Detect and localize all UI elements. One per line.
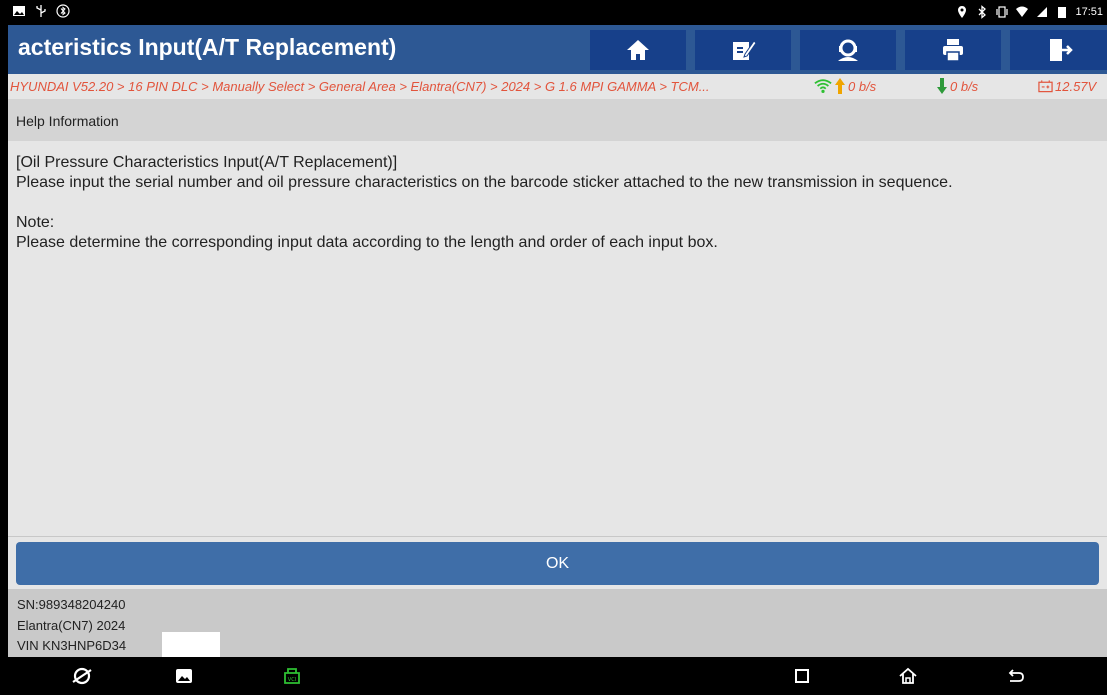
exit-icon	[1049, 39, 1073, 61]
help-header: Help Information	[8, 99, 1107, 141]
network-status: 0 b/s	[814, 77, 876, 95]
title-bar: acteristics Input(A/T Replacement)	[8, 25, 1107, 74]
vci-icon[interactable]: VCI	[280, 665, 304, 687]
breadcrumb-bar: HYUNDAI V52.20 > 16 PIN DLC > Manually S…	[8, 74, 1107, 99]
bluetooth-icon	[56, 4, 70, 18]
battery-voltage-icon	[1038, 80, 1053, 93]
printer-icon	[943, 39, 963, 62]
wifi-signal-icon	[814, 79, 832, 94]
voltage-status: 12.57V	[1038, 77, 1096, 95]
help-content: [Oil Pressure Characteristics Input(A/T …	[8, 141, 1107, 537]
status-bar: 17:51	[8, 0, 1107, 25]
bluetooth-small-icon	[975, 5, 989, 19]
print-button[interactable]	[905, 30, 1001, 70]
vibrate-icon	[995, 5, 1009, 19]
battery-icon	[1055, 5, 1069, 19]
svg-text:VCI: VCI	[288, 677, 296, 683]
voltage-value: 12.57V	[1055, 78, 1097, 94]
support-icon	[838, 39, 858, 61]
upload-rate: 0 b/s	[848, 78, 877, 94]
recents-icon[interactable]	[790, 665, 814, 687]
signal-icon	[1035, 5, 1049, 19]
breadcrumb: HYUNDAI V52.20 > 16 PIN DLC > Manually S…	[10, 79, 710, 94]
edit-button[interactable]	[695, 30, 791, 70]
screen: 17:51 acteristics Input(A/T Replacement)…	[8, 0, 1107, 695]
help-heading: [Oil Pressure Characteristics Input(A/T …	[16, 154, 398, 171]
browser-icon[interactable]	[70, 665, 94, 687]
note-text: Please determine the corresponding input…	[16, 234, 718, 251]
device-info: SN:989348204240 Elantra(CN7) 2024 VIN KN…	[8, 589, 1107, 657]
help-header-label: Help Information	[16, 113, 119, 129]
redaction-box	[162, 632, 220, 657]
support-button[interactable]	[800, 30, 896, 70]
help-body: Please input the serial number and oil p…	[16, 174, 953, 191]
image-icon	[12, 4, 26, 18]
clock: 17:51	[1075, 6, 1103, 18]
ok-button[interactable]: OK	[16, 542, 1099, 585]
page-title: acteristics Input(A/T Replacement)	[18, 34, 397, 60]
edit-icon	[733, 40, 757, 60]
download-arrow-icon	[937, 78, 947, 94]
gallery-icon[interactable]	[172, 665, 196, 687]
home-icon	[627, 40, 649, 60]
download-status: 0 b/s	[936, 77, 978, 95]
usb-icon	[34, 4, 48, 18]
serial-number: SN:989348204240	[17, 597, 126, 612]
download-rate: 0 b/s	[950, 78, 979, 94]
vehicle-model: Elantra(CN7) 2024	[17, 618, 126, 633]
navigation-bar: VCI	[8, 657, 1107, 695]
home-button[interactable]	[590, 30, 686, 70]
location-icon	[955, 5, 969, 19]
upload-arrow-icon	[835, 78, 845, 94]
vin-number: VIN KN3HNP6D34	[17, 638, 127, 653]
wifi-icon	[1015, 5, 1029, 19]
back-icon[interactable]	[1003, 665, 1027, 687]
home-nav-icon[interactable]	[896, 665, 920, 687]
note-label: Note:	[16, 214, 55, 231]
exit-button[interactable]	[1010, 30, 1107, 70]
action-area: OK	[8, 537, 1107, 589]
